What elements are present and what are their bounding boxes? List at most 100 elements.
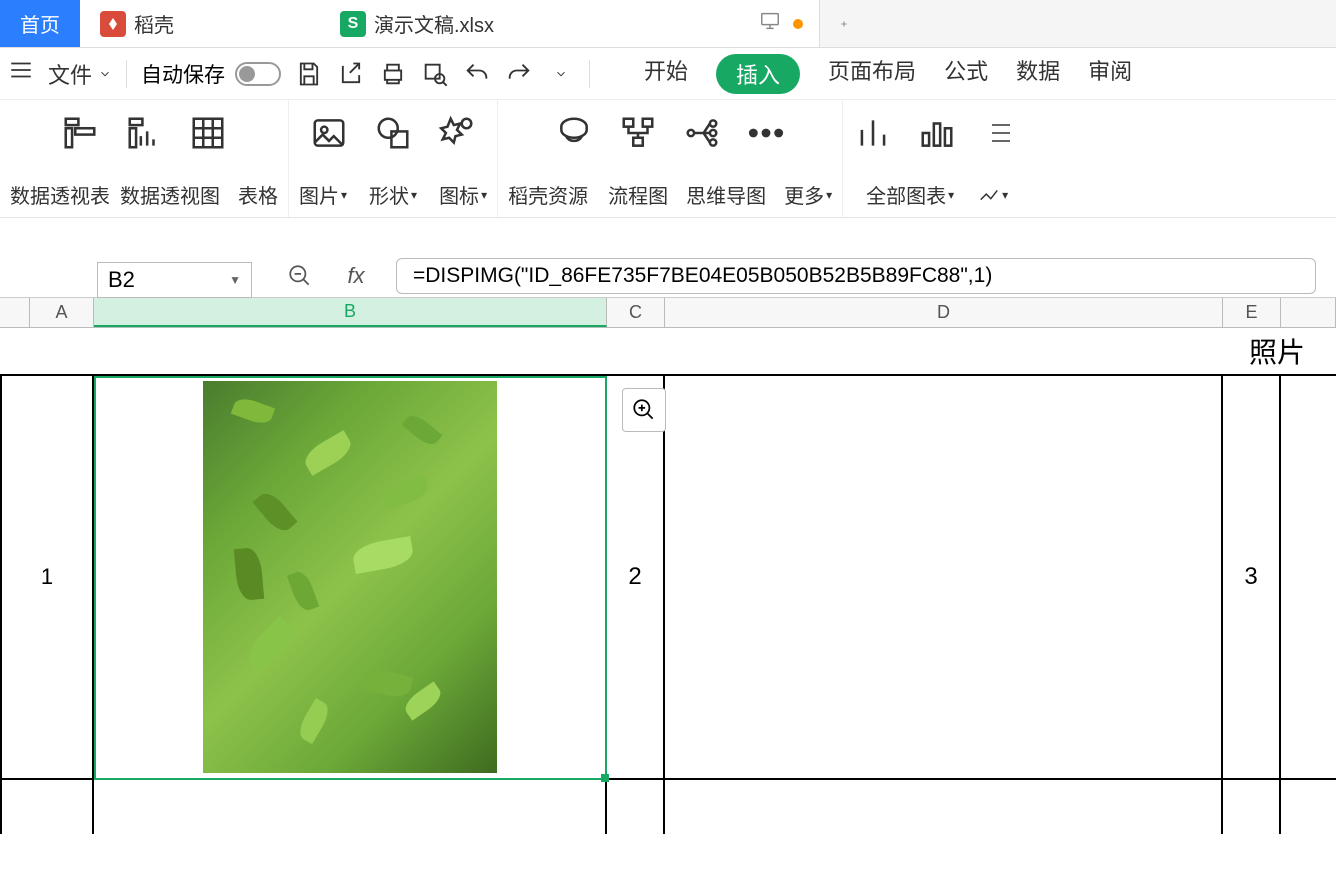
- col-header-c[interactable]: C: [607, 298, 665, 327]
- docer-res-icon[interactable]: [554, 113, 594, 153]
- ribbon-menu-tabs: 开始 插入 页面布局 公式 数据 审阅: [644, 54, 1132, 94]
- col-header-d[interactable]: D: [665, 298, 1223, 327]
- hamburger-icon[interactable]: [8, 57, 34, 90]
- header-photo-label: 照片: [1249, 331, 1305, 371]
- file-tab-label: 演示文稿.xlsx: [374, 9, 494, 38]
- qat-dropdown-icon[interactable]: [547, 60, 575, 88]
- cell-a3[interactable]: [0, 780, 94, 834]
- pivot-table-label[interactable]: 数据透视表: [10, 180, 110, 209]
- cell-e3[interactable]: [1223, 780, 1281, 834]
- print-preview-icon[interactable]: [421, 60, 449, 88]
- embedded-image: [203, 381, 497, 773]
- header-row: 照片: [0, 328, 1336, 376]
- pivot-table-icon[interactable]: [60, 113, 100, 153]
- save-icon[interactable]: [295, 60, 323, 88]
- table-icon[interactable]: [188, 113, 228, 153]
- idx-2: 2: [628, 563, 641, 591]
- chart-more-icon[interactable]: [981, 113, 1021, 153]
- formula-input[interactable]: =DISPIMG("ID_86FE735F7BE04E05B050B52B5B8…: [396, 258, 1316, 294]
- title-tab-bar: 首页 稻壳 S 演示文稿.xlsx: [0, 0, 1336, 48]
- chart-dd-1[interactable]: ▾: [978, 180, 1008, 209]
- cell-f2[interactable]: [1281, 376, 1336, 778]
- docer-label: 稻壳: [134, 9, 174, 38]
- col-header-a[interactable]: A: [30, 298, 94, 327]
- name-box-dropdown-icon[interactable]: ▼: [229, 273, 241, 287]
- cell-d3[interactable]: [665, 780, 1223, 834]
- tab-page-layout[interactable]: 页面布局: [828, 54, 916, 94]
- col-header-f[interactable]: [1281, 298, 1336, 327]
- more-label[interactable]: 更多▾: [784, 180, 832, 209]
- spreadsheet-area: A B C D E 照片 1: [0, 298, 1336, 834]
- new-tab-button[interactable]: [820, 0, 868, 47]
- tab-start[interactable]: 开始: [644, 54, 688, 94]
- toggle-switch-icon: [235, 62, 281, 86]
- tab-review[interactable]: 审阅: [1088, 54, 1132, 94]
- cell-b2[interactable]: [94, 376, 607, 778]
- zoom-out-icon[interactable]: [284, 260, 316, 292]
- picture-icon[interactable]: [309, 113, 349, 153]
- icons-label[interactable]: 图标▾: [439, 180, 487, 209]
- mindmap-label[interactable]: 思维导图: [686, 180, 766, 209]
- mindmap-icon[interactable]: [682, 113, 722, 153]
- name-box-value: B2: [108, 267, 135, 293]
- separator: [589, 60, 590, 88]
- file-tab-status: [759, 10, 803, 38]
- all-charts-icon[interactable]: [853, 113, 893, 153]
- docer-tab[interactable]: 稻壳: [80, 0, 320, 47]
- separator: [126, 60, 127, 88]
- ribbon: 数据透视表 数据透视图 表格 图片▾ 形状▾ 图标▾ 稻壳资源 流程图 思维导图…: [0, 100, 1336, 218]
- autosave-toggle[interactable]: 自动保存: [141, 59, 281, 89]
- shapes-icon[interactable]: [373, 113, 413, 153]
- cell-e2[interactable]: 3: [1223, 376, 1281, 778]
- pivot-chart-label[interactable]: 数据透视图: [120, 180, 220, 209]
- column-headers: A B C D E: [0, 298, 1336, 328]
- redo-icon[interactable]: [505, 60, 533, 88]
- pivot-chart-icon[interactable]: [124, 113, 164, 153]
- cell-d2[interactable]: [665, 376, 1223, 778]
- docer-res-label[interactable]: 稻壳资源: [508, 180, 588, 209]
- picture-label[interactable]: 图片▾: [299, 180, 347, 209]
- fx-icon[interactable]: fx: [340, 260, 372, 292]
- flowchart-label[interactable]: 流程图: [608, 180, 668, 209]
- name-box[interactable]: B2 ▼: [97, 262, 252, 298]
- file-menu-button[interactable]: 文件: [48, 58, 112, 90]
- file-menu-label: 文件: [48, 58, 92, 90]
- idx-1: 1: [41, 564, 53, 590]
- export-icon[interactable]: [337, 60, 365, 88]
- col-header-e[interactable]: E: [1223, 298, 1281, 327]
- docer-icon: [100, 11, 126, 37]
- home-tab[interactable]: 首页: [0, 0, 80, 47]
- ribbon-group-charts: 全部图表▾ ▾: [843, 100, 1031, 217]
- file-tab[interactable]: S 演示文稿.xlsx: [320, 0, 820, 47]
- undo-icon[interactable]: [463, 60, 491, 88]
- cell-c3[interactable]: [607, 780, 665, 834]
- shapes-label[interactable]: 形状▾: [369, 180, 417, 209]
- chart-bar-icon[interactable]: [917, 113, 957, 153]
- flowchart-icon[interactable]: [618, 113, 658, 153]
- ribbon-group-tables: 数据透视表 数据透视图 表格: [0, 100, 289, 217]
- col-header-b[interactable]: B: [94, 298, 607, 327]
- more-icon[interactable]: [746, 113, 786, 153]
- image-zoom-button[interactable]: [622, 388, 666, 432]
- formula-value: =DISPIMG("ID_86FE735F7BE04E05B050B52B5B8…: [413, 264, 992, 288]
- tab-data[interactable]: 数据: [1016, 54, 1060, 94]
- select-all-corner[interactable]: [0, 298, 30, 327]
- formula-bar-row: B2 ▼ fx =DISPIMG("ID_86FE735F7BE04E05B05…: [0, 254, 1336, 298]
- print-icon[interactable]: [379, 60, 407, 88]
- cell-a2[interactable]: 1: [0, 376, 94, 778]
- ribbon-group-resources: 稻壳资源 流程图 思维导图 更多▾: [498, 100, 843, 217]
- all-charts-label[interactable]: 全部图表▾: [866, 180, 954, 209]
- tab-formulas[interactable]: 公式: [944, 54, 988, 94]
- ribbon-group-illustrations: 图片▾ 形状▾ 图标▾: [289, 100, 498, 217]
- grid-body[interactable]: 照片 1: [0, 328, 1336, 834]
- icons-icon[interactable]: [437, 113, 477, 153]
- tab-insert[interactable]: 插入: [716, 54, 800, 94]
- table-label[interactable]: 表格: [238, 180, 278, 209]
- idx-3: 3: [1244, 563, 1257, 591]
- data-row-1: 1: [0, 376, 1336, 780]
- modified-dot-icon: [793, 19, 803, 29]
- wps-sheet-icon: S: [340, 11, 366, 37]
- cell-c2[interactable]: 2: [607, 376, 665, 778]
- cell-f3[interactable]: [1281, 780, 1336, 834]
- cell-b3[interactable]: [94, 780, 607, 834]
